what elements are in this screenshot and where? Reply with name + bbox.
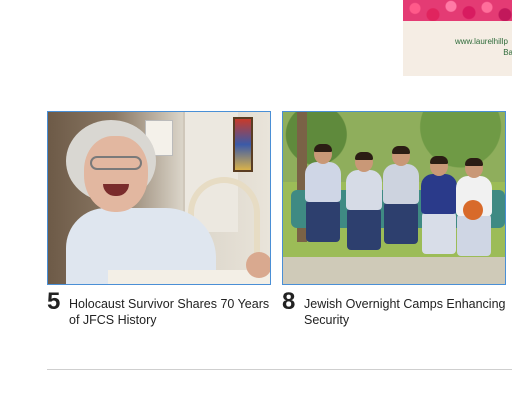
section-divider xyxy=(47,369,512,370)
article-title-link[interactable]: Holocaust Survivor Shares 70 Years of JF… xyxy=(69,290,271,328)
ad-url[interactable]: www.laurelhillp xyxy=(455,37,508,46)
advertisement[interactable]: www.laurelhillp Ba xyxy=(403,0,512,76)
ad-flowers-image xyxy=(403,0,512,21)
article-caption: 5 Holocaust Survivor Shares 70 Years of … xyxy=(47,290,271,328)
ad-text-fragment: Ba xyxy=(503,48,512,57)
article-rank: 8 xyxy=(282,288,296,315)
article-thumbnail[interactable] xyxy=(282,111,506,285)
article-card[interactable]: 8 Jewish Overnight Camps Enhancing Secur… xyxy=(282,111,506,328)
article-thumbnail[interactable] xyxy=(47,111,271,285)
article-title-link[interactable]: Jewish Overnight Camps Enhancing Securit… xyxy=(304,290,506,328)
article-card[interactable]: 5 Holocaust Survivor Shares 70 Years of … xyxy=(47,111,271,328)
article-caption: 8 Jewish Overnight Camps Enhancing Secur… xyxy=(282,290,506,328)
article-rank: 5 xyxy=(47,288,61,315)
